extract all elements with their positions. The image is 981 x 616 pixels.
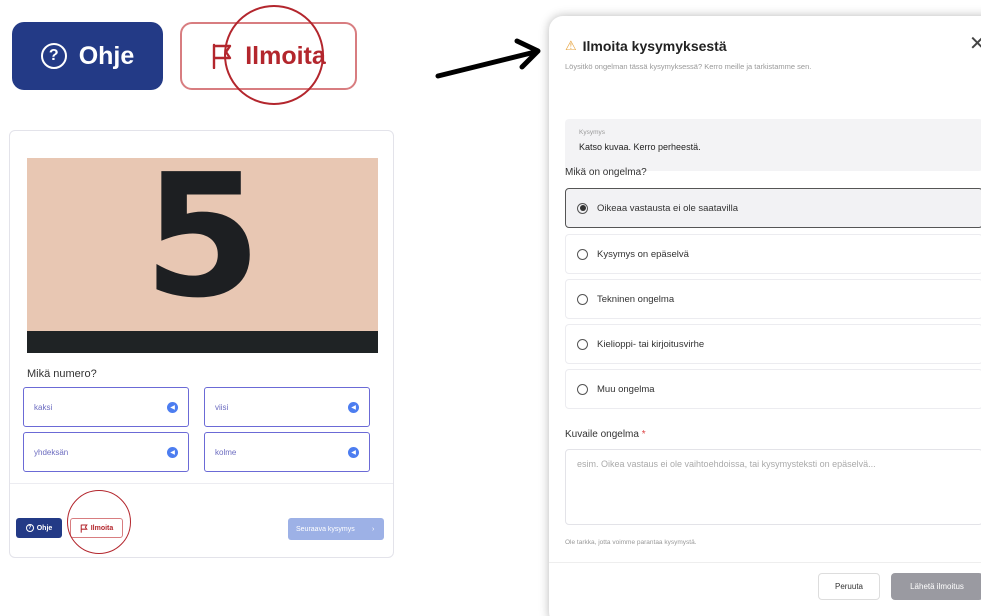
submit-report-button[interactable]: Lähetä ilmoitus: [891, 573, 981, 600]
answer-option[interactable]: yhdeksän ◀: [23, 432, 189, 472]
next-question-label: Seuraava kysymys: [296, 525, 355, 533]
problem-option[interactable]: Tekninen ongelma: [565, 279, 981, 319]
answer-label: kolme: [215, 447, 237, 457]
answer-label: viisi: [215, 402, 229, 412]
help-label: Ohje: [36, 524, 53, 532]
warning-icon: ⚠: [565, 38, 577, 53]
cancel-button[interactable]: Peruuta: [818, 573, 880, 600]
divider: [549, 562, 981, 563]
report-modal: ⚠ Ilmoita kysymyksestä ✕ Löysitkö ongelm…: [549, 16, 981, 616]
speaker-icon[interactable]: ◀: [348, 401, 359, 413]
answer-option[interactable]: kaksi ◀: [23, 387, 189, 427]
question-image: 5: [27, 158, 378, 353]
question-preview-text: Katso kuvaa. Kerro perheestä.: [579, 142, 701, 152]
problem-option-label: Kielioppi- tai kirjoitusvirhe: [597, 338, 705, 350]
describe-heading: Kuvaile ongelma *: [565, 429, 646, 440]
question-preview: Kysymys Katso kuvaa. Kerro perheestä.: [565, 119, 981, 171]
highlight-circle: [224, 5, 324, 105]
chevron-right-icon: ›: [372, 525, 375, 533]
radio-icon[interactable]: [577, 248, 588, 260]
zoomed-help-button[interactable]: ? Ohje: [12, 22, 163, 90]
problem-option[interactable]: Oikeaa vastausta ei ole saatavilla: [565, 188, 981, 228]
help-circle-icon: ?: [40, 43, 67, 69]
quiz-question: Mikä numero?: [27, 368, 97, 380]
quiz-card: 5 Mikä numero? kaksi ◀ viisi ◀ yhdeksän …: [9, 130, 394, 558]
modal-title-text: Ilmoita kysymyksestä: [582, 38, 727, 54]
problem-option-label: Muu ongelma: [597, 383, 655, 395]
problem-option-label: Oikeaa vastausta ei ole saatavilla: [597, 202, 738, 214]
zoomed-help-label: Ohje: [78, 41, 135, 70]
answer-option[interactable]: kolme ◀: [204, 432, 370, 472]
speaker-icon[interactable]: ◀: [167, 446, 178, 458]
modal-subtitle: Löysitkö ongelman tässä kysymyksessä? Ke…: [565, 62, 812, 71]
close-icon[interactable]: ✕: [969, 31, 981, 56]
radio-selected-icon[interactable]: [577, 202, 588, 214]
image-dark-strip: [27, 331, 378, 353]
problem-option[interactable]: Kielioppi- tai kirjoitusvirhe: [565, 324, 981, 364]
problem-option[interactable]: Kysymys on epäselvä: [565, 234, 981, 274]
help-circle-icon: ?: [25, 524, 34, 532]
problem-heading: Mikä on ongelma?: [565, 167, 647, 178]
help-note: Ole tarkka, jotta voimme parantaa kysymy…: [565, 539, 697, 546]
problem-option-label: Kysymys on epäselvä: [597, 248, 689, 260]
describe-heading-text: Kuvaile ongelma: [565, 429, 639, 440]
radio-icon[interactable]: [577, 293, 588, 305]
modal-title: ⚠ Ilmoita kysymyksestä: [565, 38, 727, 54]
problem-option[interactable]: Muu ongelma: [565, 369, 981, 409]
speaker-icon[interactable]: ◀: [167, 401, 178, 413]
question-preview-label: Kysymys: [579, 129, 605, 136]
next-question-button[interactable]: Seuraava kysymys ›: [288, 518, 384, 540]
radio-icon[interactable]: [577, 338, 588, 350]
radio-icon[interactable]: [577, 383, 588, 395]
highlight-circle: [67, 490, 131, 554]
divider: [10, 483, 393, 484]
answer-label: kaksi: [34, 402, 53, 412]
answer-label: yhdeksän: [34, 447, 69, 457]
problem-option-label: Tekninen ongelma: [597, 293, 675, 305]
image-digit: 5: [143, 158, 262, 336]
answer-option[interactable]: viisi ◀: [204, 387, 370, 427]
help-button[interactable]: ? Ohje: [16, 518, 62, 538]
required-mark: *: [641, 429, 646, 440]
describe-textarea[interactable]: [565, 449, 981, 525]
speaker-icon[interactable]: ◀: [348, 446, 359, 458]
